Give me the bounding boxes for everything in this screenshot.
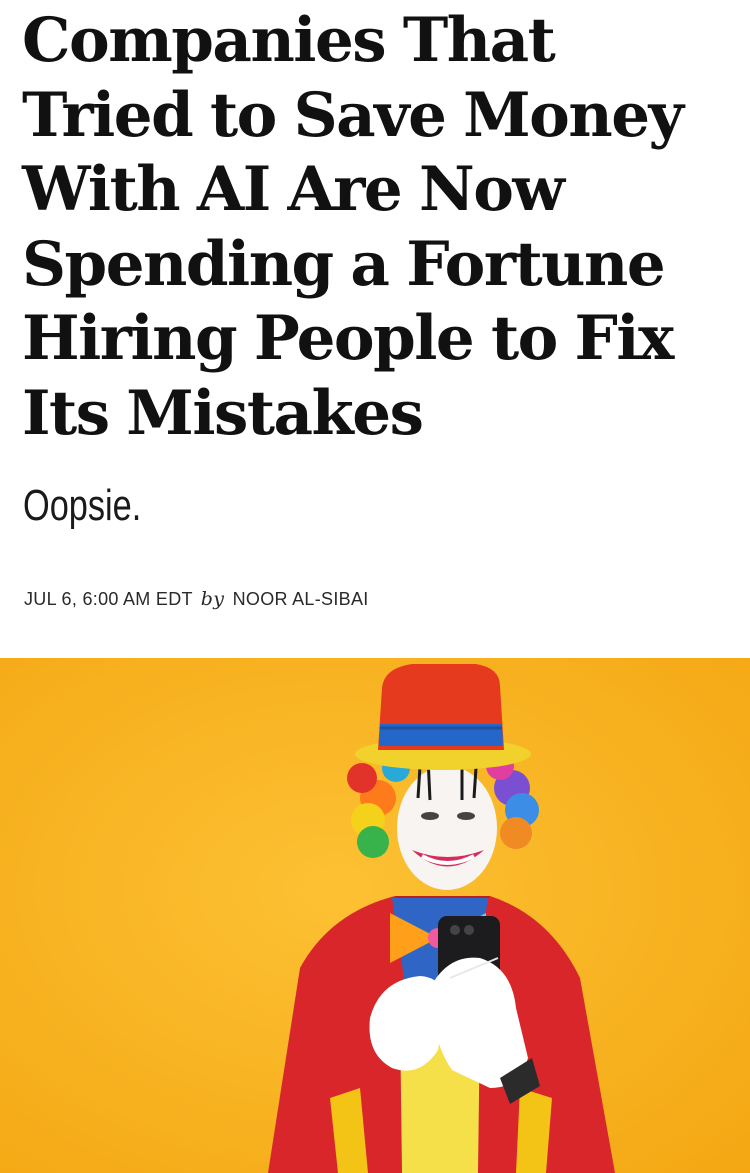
headline-line: Spending a Fortune: [22, 228, 666, 300]
headline-line: Hiring People to Fix: [22, 303, 674, 374]
byline-by: by: [200, 588, 225, 610]
clown-illustration: [0, 658, 750, 1173]
headline-line: Its Mistakes: [22, 377, 424, 449]
headline-line: With AI Are Now: [22, 154, 565, 225]
publish-date: JUL 6, 6:00 AM EDT: [24, 589, 193, 609]
article-dek: Oopsie.: [23, 481, 142, 530]
article-headline: Companies That Tried to Save Money With …: [22, 4, 737, 451]
article-byline: JUL 6, 6:00 AM EDT by NOOR AL-SIBAI: [24, 585, 369, 613]
headline-line: Companies That: [22, 5, 556, 76]
hero-image: [0, 658, 750, 1173]
headline-line: Tried to Save Money: [22, 79, 684, 151]
author-link[interactable]: NOOR AL-SIBAI: [233, 589, 369, 609]
